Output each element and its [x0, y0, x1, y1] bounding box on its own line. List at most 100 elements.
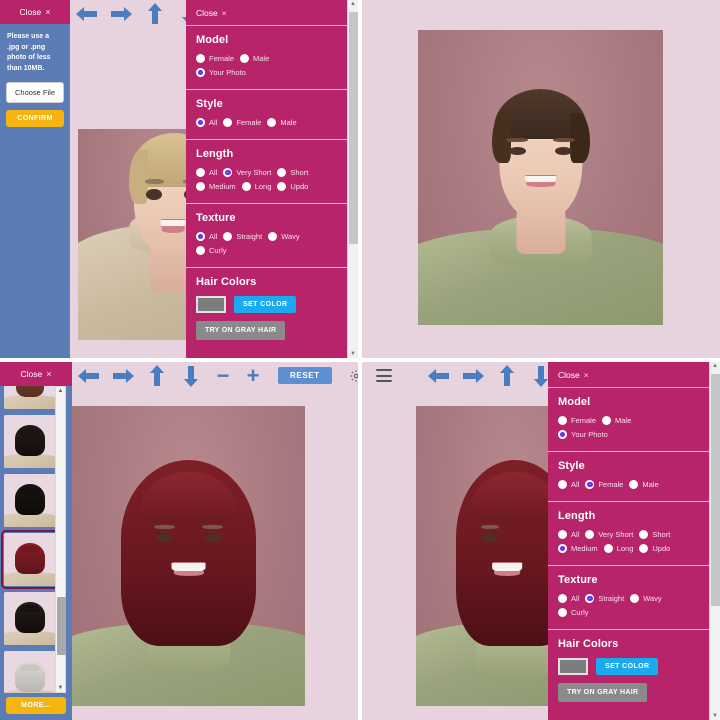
- radio-length-medium[interactable]: Medium: [196, 182, 236, 191]
- radio-model-male[interactable]: Male: [240, 54, 269, 63]
- radio-length-short[interactable]: Short: [639, 530, 670, 539]
- reset-button[interactable]: RESET: [278, 367, 332, 384]
- options-scrollbar-top[interactable]: ▲ ▼: [347, 0, 358, 358]
- options-close-button-bottom[interactable]: Close ×: [548, 362, 720, 388]
- styles-scroll-area[interactable]: ▲ ▼: [0, 386, 72, 693]
- set-color-button[interactable]: SET COLOR: [596, 658, 659, 675]
- radio-length-all[interactable]: All: [196, 168, 217, 177]
- radio-dot-selected: [558, 544, 567, 553]
- radio-model-your-photo[interactable]: Your Photo: [196, 68, 348, 77]
- pan-up-arrow-icon[interactable]: [138, 0, 172, 27]
- pan-left-arrow-icon[interactable]: [70, 0, 104, 27]
- radio-dot: [602, 416, 612, 425]
- radio-label: All: [209, 232, 218, 241]
- radio-texture-wavy[interactable]: Wavy: [268, 232, 300, 241]
- radio-style-female[interactable]: Female: [223, 118, 261, 127]
- confirm-button[interactable]: CONFIRM: [6, 110, 64, 127]
- style-thumbnail[interactable]: [4, 651, 56, 693]
- style-thumbnail[interactable]: [4, 415, 56, 468]
- styles-scrollbar[interactable]: ▲ ▼: [55, 386, 66, 693]
- radio-dot: [196, 182, 205, 191]
- radio-model-your-photo[interactable]: Your Photo: [558, 430, 710, 439]
- pan-down-arrow-icon[interactable]: [174, 362, 208, 389]
- style-thumbnail[interactable]: [4, 474, 56, 527]
- pan-right-arrow-icon[interactable]: [456, 362, 490, 389]
- radio-length-all[interactable]: All: [558, 530, 579, 539]
- pan-up-arrow-icon[interactable]: [490, 362, 524, 389]
- pan-right-arrow-icon[interactable]: [106, 362, 140, 389]
- radio-dot: [277, 168, 287, 177]
- scroll-up-icon[interactable]: ▲: [350, 0, 356, 8]
- radio-length-very-short[interactable]: Very Short: [585, 530, 633, 539]
- photo-canvas-tr[interactable]: [418, 30, 663, 325]
- radio-style-male[interactable]: Male: [267, 118, 297, 127]
- scrollbar-thumb[interactable]: [57, 597, 66, 655]
- radio-label: Short: [290, 168, 309, 177]
- radio-model-male[interactable]: Male: [602, 416, 631, 425]
- hair-color-swatch[interactable]: [196, 296, 226, 313]
- radio-dot: [558, 530, 567, 539]
- radio-texture-all[interactable]: All: [196, 232, 217, 241]
- pan-left-arrow-icon[interactable]: [422, 362, 456, 389]
- scroll-down-icon[interactable]: ▼: [350, 350, 356, 358]
- radio-length-updo[interactable]: Updo: [639, 544, 670, 553]
- zoom-out-button[interactable]: −: [208, 362, 238, 389]
- choose-file-button[interactable]: Choose File: [6, 82, 64, 103]
- radio-length-long[interactable]: Long: [241, 182, 271, 191]
- radio-model-female[interactable]: Female: [558, 416, 596, 425]
- radio-texture-straight[interactable]: Straight: [585, 594, 624, 603]
- scroll-up-icon[interactable]: ▲: [712, 362, 718, 370]
- radio-dot: [639, 530, 649, 539]
- radio-length-short[interactable]: Short: [277, 168, 308, 177]
- radio-texture-curly[interactable]: Curly: [196, 246, 348, 255]
- radio-style-all[interactable]: All: [196, 118, 217, 127]
- scroll-down-icon[interactable]: ▼: [712, 712, 718, 720]
- scrollbar-thumb[interactable]: [349, 12, 358, 244]
- try-gray-hair-button[interactable]: TRY ON GRAY HAIR: [558, 683, 648, 702]
- radio-texture-straight[interactable]: Straight: [223, 232, 262, 241]
- section-title: Style: [558, 460, 585, 472]
- close-icon: ×: [46, 369, 52, 379]
- radio-style-all[interactable]: All: [558, 480, 579, 489]
- photo-canvas-bl[interactable]: [72, 406, 305, 706]
- try-gray-hair-button[interactable]: TRY ON GRAY HAIR: [196, 321, 286, 340]
- radio-texture-all[interactable]: All: [558, 594, 579, 603]
- radio-label: All: [571, 594, 580, 603]
- zoom-in-button[interactable]: +: [238, 362, 268, 389]
- pan-right-arrow-icon[interactable]: [104, 0, 138, 27]
- radio-texture-wavy[interactable]: Wavy: [630, 594, 662, 603]
- styles-close-button[interactable]: Close ×: [0, 362, 72, 386]
- radio-style-female[interactable]: Female: [585, 480, 623, 489]
- radio-dot: [268, 232, 278, 241]
- pan-left-arrow-icon[interactable]: [72, 362, 106, 389]
- radio-length-very-short[interactable]: Very Short: [223, 168, 271, 177]
- scroll-down-icon[interactable]: ▼: [58, 684, 64, 692]
- radio-style-male[interactable]: Male: [629, 480, 659, 489]
- radio-label: All: [209, 168, 218, 177]
- radio-length-long[interactable]: Long: [603, 544, 633, 553]
- style-thumbnail[interactable]: [4, 592, 56, 645]
- style-thumbnail[interactable]: [4, 386, 56, 409]
- upload-close-button[interactable]: Close ×: [0, 0, 70, 24]
- options-scroll-area-top: Model Female Male Your Photo Style All F…: [186, 26, 358, 358]
- section-length: Length All Very Short Short Medium Long …: [548, 502, 720, 566]
- style-thumbnail-selected[interactable]: [1, 530, 59, 589]
- more-styles-button[interactable]: MORE...: [6, 697, 66, 714]
- radio-label: Straight: [236, 232, 263, 241]
- scroll-up-icon[interactable]: ▲: [58, 387, 64, 395]
- scrollbar-thumb[interactable]: [711, 374, 720, 606]
- gear-icon[interactable]: [348, 368, 358, 384]
- hair-color-swatch[interactable]: [558, 658, 588, 675]
- radio-dot-selected: [585, 480, 595, 489]
- radio-length-updo[interactable]: Updo: [277, 182, 308, 191]
- options-close-button-top[interactable]: Close ×: [186, 0, 358, 26]
- radio-texture-curly[interactable]: Curly: [558, 608, 710, 617]
- radio-length-medium[interactable]: Medium: [558, 544, 598, 553]
- pan-up-arrow-icon[interactable]: [140, 362, 174, 389]
- set-color-button[interactable]: SET COLOR: [234, 296, 297, 313]
- radio-label: Female: [598, 480, 624, 489]
- radio-label: Female: [236, 118, 262, 127]
- hamburger-icon[interactable]: [376, 369, 392, 382]
- radio-model-female[interactable]: Female: [196, 54, 234, 63]
- options-scrollbar-bottom[interactable]: ▲ ▼: [709, 362, 720, 720]
